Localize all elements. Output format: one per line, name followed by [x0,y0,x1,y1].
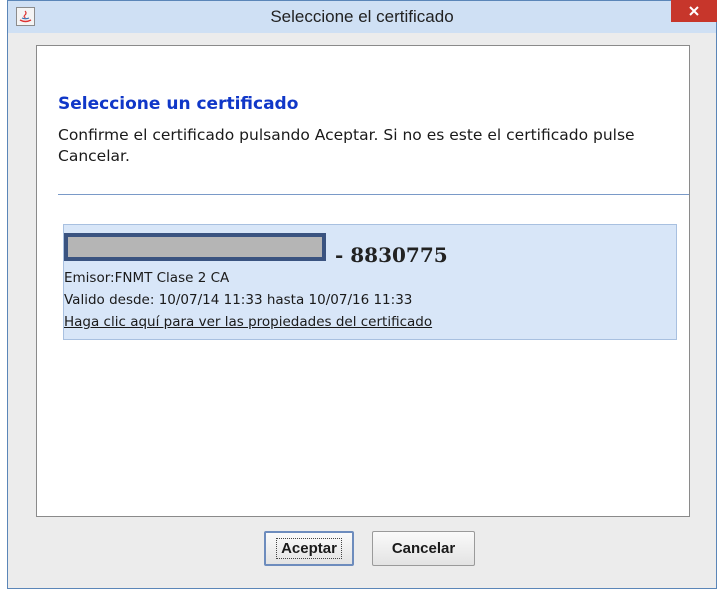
certificate-serial: - 8830775 [334,243,448,267]
accept-button[interactable]: Aceptar [264,531,354,566]
certificate-item[interactable]: - 8830775 Emisor:FNMT Clase 2 CA Valido … [63,224,677,340]
content-panel: Seleccione un certificado Confirme el ce… [36,45,690,517]
certificate-issuer: Emisor:FNMT Clase 2 CA [64,270,230,286]
dialog-heading: Seleccione un certificado [58,94,299,114]
certificate-properties-link[interactable]: Haga clic aquí para ver las propiedades … [64,314,432,330]
close-icon [688,2,700,21]
window-title: Seleccione el certificado [270,7,454,26]
title-bar[interactable]: Seleccione el certificado [8,0,717,33]
accept-button-label: Aceptar [276,538,342,559]
cancel-button[interactable]: Cancelar [372,531,475,566]
separator [58,194,689,195]
certificate-dialog: Seleccione el certificado Seleccione un … [7,0,717,589]
dialog-message: Confirme el certificado pulsando Aceptar… [58,126,635,165]
certificate-validity: Valido desde: 10/07/14 11:33 hasta 10/07… [64,292,413,308]
close-button[interactable] [671,0,717,22]
redacted-name [64,233,326,261]
